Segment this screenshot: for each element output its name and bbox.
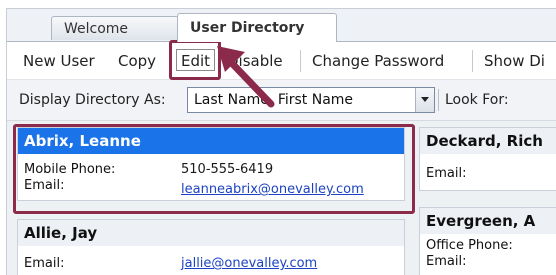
change-password-button[interactable]: Change Password — [312, 52, 444, 70]
contact-card-evergreen[interactable]: Evergreen, A Office Phone: Email: — [419, 207, 556, 275]
directory-cards: Abrix, Leanne Mobile Phone: 510-555-6419… — [7, 121, 556, 275]
contact-name: Allie, Jay — [18, 220, 404, 246]
tab-user-directory[interactable]: User Directory — [177, 13, 337, 42]
look-for-label: Look For: — [445, 92, 509, 108]
contact-card-abrix[interactable]: Abrix, Leanne Mobile Phone: 510-555-6419… — [17, 127, 405, 201]
mobile-phone-value: 510-555-6419 — [181, 162, 274, 177]
contact-name: Deckard, Rich — [420, 128, 556, 154]
email-link[interactable]: leanneabrix@onevalley.com — [181, 182, 364, 197]
show-button[interactable]: Show Di — [484, 52, 545, 70]
contact-name: Evergreen, A — [420, 208, 556, 234]
tab-welcome-page[interactable]: Welcome Page — [51, 16, 179, 61]
contact-card-deckard[interactable]: Deckard, Rich Email: — [419, 127, 556, 191]
edit-button[interactable]: Edit — [176, 49, 216, 71]
toolbar-separator — [300, 50, 301, 72]
dropdown-arrow-icon[interactable] — [415, 88, 434, 112]
field-label: Email: — [24, 178, 65, 193]
toolbar-separator — [472, 50, 473, 72]
divider — [438, 89, 439, 111]
tab-label: User Directory — [190, 20, 305, 36]
new-user-button[interactable]: New User — [23, 52, 95, 70]
copy-button[interactable]: Copy — [118, 52, 156, 70]
display-directory-label: Display Directory As: — [19, 92, 166, 108]
contact-card-allie[interactable]: Allie, Jay Email: jallie@onevalley.com — [17, 219, 405, 275]
email-link[interactable]: jallie@onevalley.com — [181, 256, 317, 271]
field-label: Email: — [426, 166, 467, 181]
field-label: Mobile Phone: — [24, 162, 116, 177]
toolbar-separator — [171, 50, 172, 72]
tab-strip: Welcome Page User Directory — [7, 9, 556, 61]
field-label: Email: — [24, 256, 65, 271]
contact-name: Abrix, Leanne — [18, 128, 404, 154]
field-label: Office Phone: — [426, 238, 513, 253]
pointer-arrow-icon — [217, 46, 275, 108]
field-label: Email: — [426, 254, 467, 269]
